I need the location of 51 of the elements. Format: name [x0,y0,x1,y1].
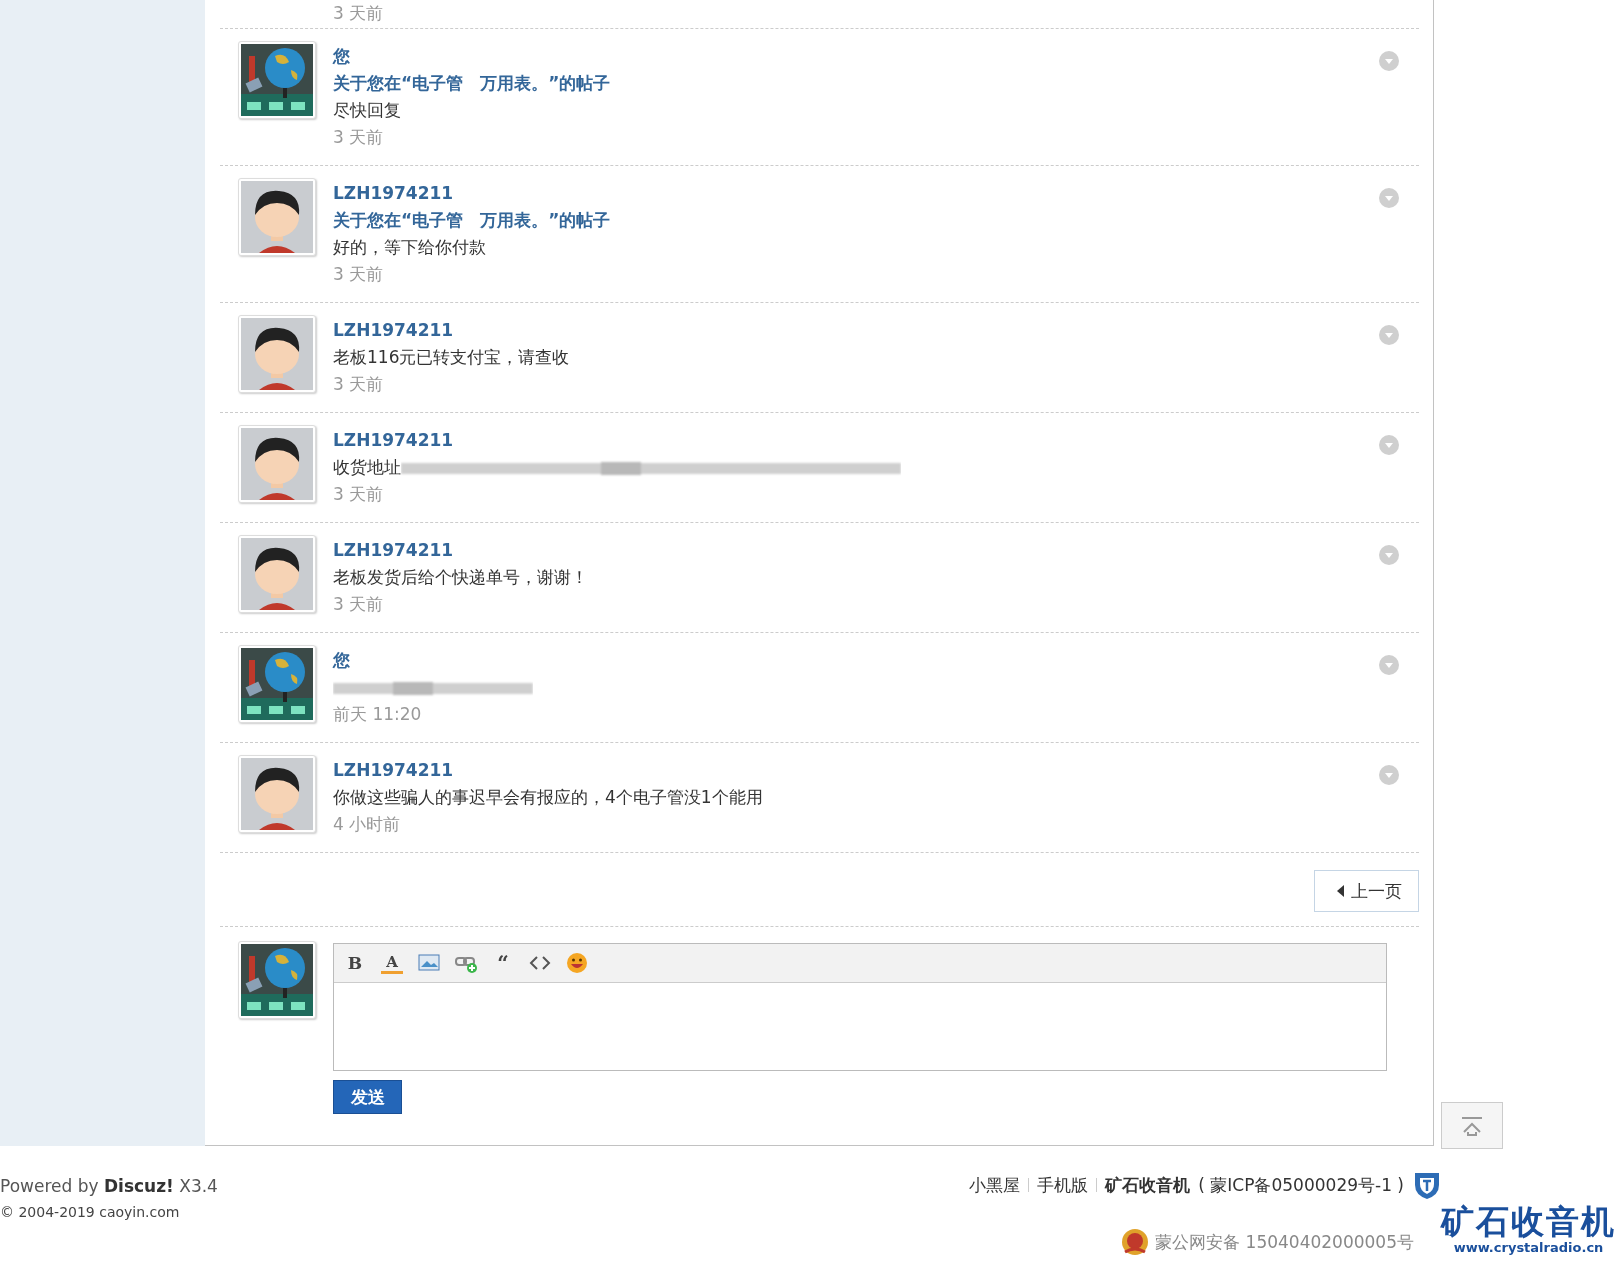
back-to-top-button[interactable] [1441,1102,1503,1149]
footer-link[interactable]: ( 蒙ICP备05000029号-1 ) [1198,1173,1404,1197]
author-link[interactable]: 您 [333,43,350,70]
police-record-link[interactable]: 蒙公网安备 15040402000005号 [1155,1230,1414,1254]
dropdown-icon[interactable] [1379,435,1399,455]
author-link[interactable]: LZH1974211 [333,180,454,207]
message-time: 3 天前 [333,126,384,149]
send-button[interactable]: 发送 [333,1080,402,1114]
dropdown-icon[interactable] [1379,188,1399,208]
author-link[interactable]: LZH1974211 [333,427,454,454]
powered-by-text: Powered by Discuz! X3.4 [0,1175,218,1198]
previous-page-button[interactable]: 上一页 [1314,870,1419,912]
author-link[interactable]: LZH1974211 [333,537,454,564]
footer-link[interactable]: 矿石收音机 [1105,1173,1191,1197]
message-time: 4 小时前 [333,813,401,836]
logo-url: www.crystalradio.cn [1452,1240,1605,1255]
message-time: 3 天前 [333,593,384,616]
bold-button[interactable]: B [344,951,366,975]
message-time: 3 天前 [333,2,384,25]
subject-link[interactable]: 关于您在“电子管 万用表。”的帖子 [333,70,611,97]
dropdown-icon[interactable] [1379,545,1399,565]
text-color-button[interactable]: A [381,952,403,974]
emblem-icon [1121,1228,1150,1256]
message-time: 3 天前 [333,373,384,396]
dropdown-icon[interactable] [1379,655,1399,675]
dropdown-icon[interactable] [1379,51,1399,71]
message-time: 前天 11:20 [333,703,422,726]
dropdown-icon[interactable] [1379,325,1399,345]
message-text: 尽快回复 [333,99,401,122]
footer-link[interactable]: 小黑屋 [969,1173,1021,1197]
message-text: 收货地址 [333,456,401,479]
copyright-text: © 2004-2019 caoyin.com [0,1203,181,1222]
shield-icon [1412,1170,1442,1200]
message-time: 3 天前 [333,263,384,286]
message-time: 3 天前 [333,483,384,506]
quote-button[interactable]: “ [492,951,514,975]
message-text: 好的，等下给你付款 [333,236,486,259]
caret-icon [1337,885,1345,897]
author-link[interactable]: LZH1974211 [333,757,454,784]
subject-link[interactable]: 关于您在“电子管 万用表。”的帖子 [333,207,611,234]
footer-link[interactable]: 手机版 [1037,1173,1089,1197]
image-icon[interactable] [418,952,440,974]
dropdown-icon[interactable] [1379,765,1399,785]
message-text: 老板发货后给个快递单号，谢谢！ [333,566,588,589]
author-link[interactable]: 您 [333,647,350,674]
message-text: 老板116元已转支付宝，请查收 [333,346,570,369]
message-text: 你做这些骗人的事迟早会有报应的，4个电子管没1个能用 [333,786,763,809]
logo-title: 矿石收音机 [1441,1204,1616,1240]
author-link[interactable]: LZH1974211 [333,317,454,344]
arrow-up-icon [1460,1115,1484,1136]
smiley-icon[interactable] [566,952,588,974]
